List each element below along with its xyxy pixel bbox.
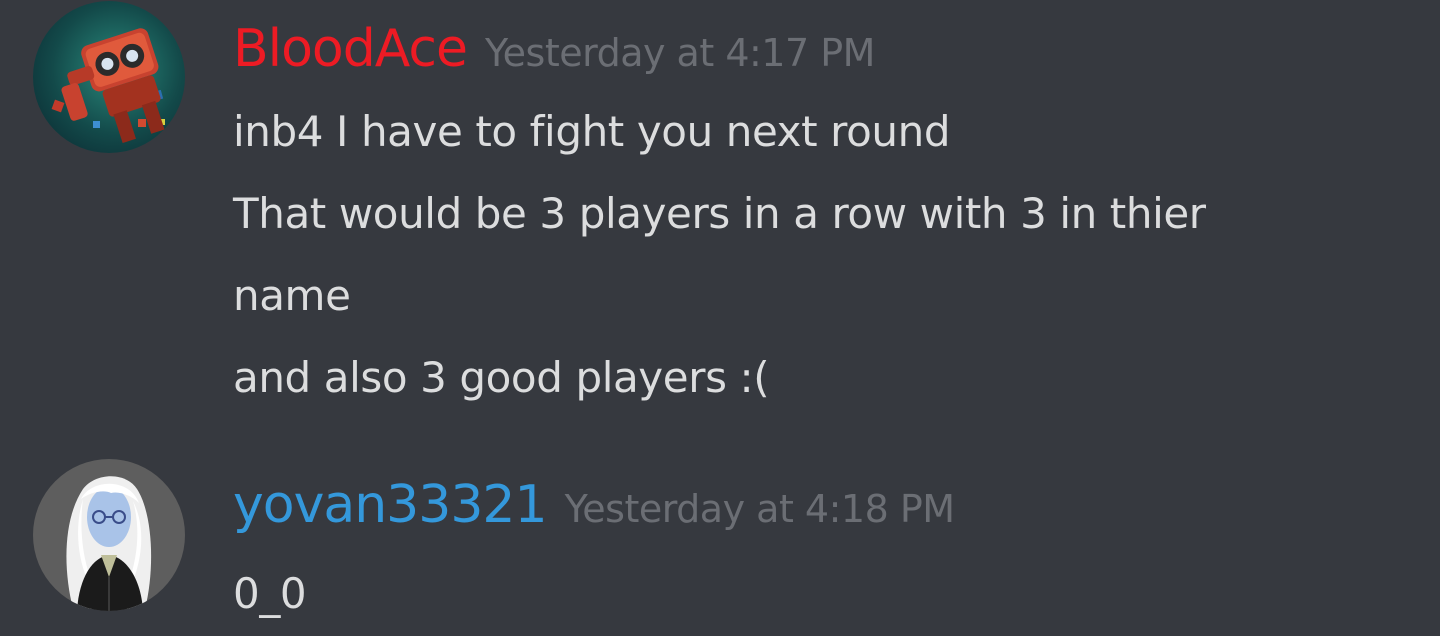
message-line: That would be 3 players in a row with 3 … <box>233 189 1206 238</box>
message-line: 0_0 <box>233 569 307 618</box>
chat-message-list: BloodAce Yesterday at 4:17 PM inb4 I have… <box>0 0 1440 636</box>
message-content: inb4 I have to fight you next round That… <box>233 91 1206 419</box>
white-haired-character-avatar-icon[interactable] <box>33 459 185 611</box>
message-line: name <box>233 271 351 320</box>
message-content: 0_0 <box>233 553 307 635</box>
message-header: yovan33321 Yesterday at 4:18 PM <box>233 470 955 544</box>
username[interactable]: yovan33321 <box>233 475 548 535</box>
username[interactable]: BloodAce <box>233 19 468 79</box>
robot-avatar-icon[interactable] <box>33 1 185 153</box>
message-line: inb4 I have to fight you next round <box>233 107 951 156</box>
timestamp: Yesterday at 4:18 PM <box>564 487 955 531</box>
message-header: BloodAce Yesterday at 4:17 PM <box>233 14 875 88</box>
message-line: and also 3 good players :( <box>233 353 770 402</box>
timestamp: Yesterday at 4:17 PM <box>485 31 875 75</box>
